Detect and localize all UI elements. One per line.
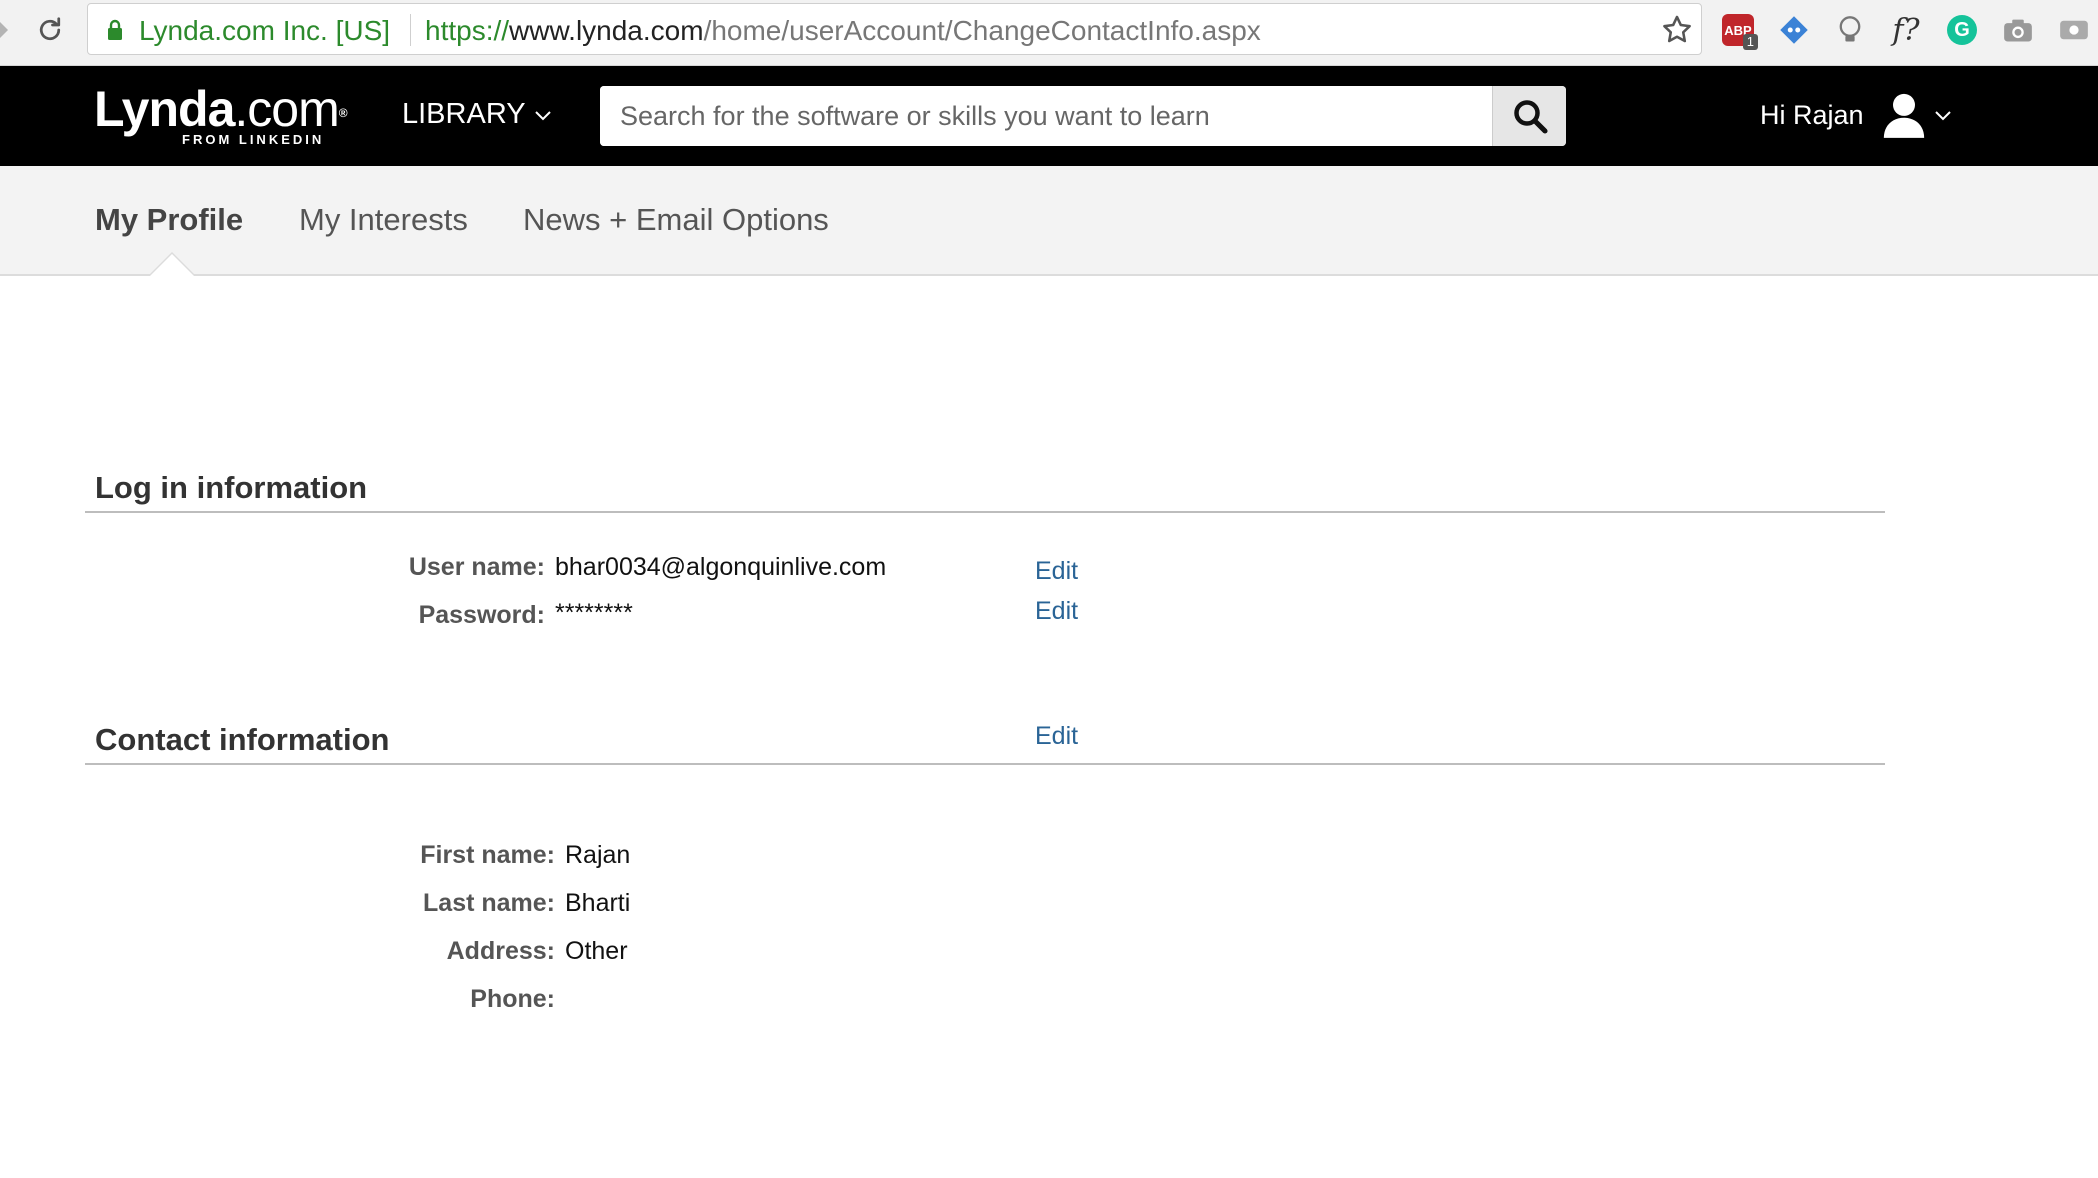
- web-developer-glyph: [1780, 16, 1808, 44]
- contact-section-divider: [85, 763, 1885, 765]
- active-tab-indicator-fill: [150, 254, 194, 276]
- lightbulb-glyph: [1839, 16, 1861, 42]
- address-value: Other: [565, 937, 628, 965]
- url-host: www.lynda.com: [509, 15, 704, 46]
- edit-password-link[interactable]: Edit: [1035, 597, 1078, 626]
- search-box: [600, 86, 1566, 146]
- reload-icon: [39, 17, 61, 41]
- login-section-divider: [85, 511, 1885, 513]
- library-menu[interactable]: LIBRARY: [402, 98, 552, 131]
- address-label: Address:: [446, 937, 555, 965]
- tab-my-profile[interactable]: My Profile: [95, 202, 243, 238]
- username-label: User name:: [408, 553, 545, 581]
- library-label: LIBRARY: [402, 98, 526, 130]
- screenshot-camera-icon[interactable]: [1998, 10, 2038, 50]
- url-protocol: https://: [425, 15, 510, 46]
- user-avatar-icon: [1883, 93, 1925, 138]
- username-value: bhar0034@algonquinlive.com: [555, 553, 887, 581]
- lock-icon: [108, 19, 122, 40]
- adblock-count-badge: 1: [1742, 34, 1758, 50]
- chevron-down-icon: [1935, 111, 1951, 121]
- back-arrow-icon[interactable]: [0, 22, 8, 38]
- last-name-label: Last name:: [423, 889, 555, 917]
- first-name-label: First name:: [420, 841, 555, 869]
- profile-tabs: My Profile My Interests News + Email Opt…: [0, 166, 2098, 276]
- logo-tagline: FROM LINKEDIN: [182, 132, 325, 147]
- url-path: /home/userAccount/ChangeContactInfo.aspx: [703, 15, 1261, 46]
- browser-toolbar: Lynda.com Inc. [US] https://www.lynda.co…: [0, 0, 2098, 66]
- contact-section-title: Contact information: [95, 722, 390, 757]
- phone-label: Phone:: [470, 985, 555, 1013]
- user-menu[interactable]: [1882, 92, 1952, 138]
- search-input[interactable]: [600, 86, 1492, 146]
- url-separator: [410, 14, 411, 46]
- address-bar[interactable]: Lynda.com Inc. [US] https://www.lynda.co…: [87, 3, 1702, 55]
- password-value: ********: [555, 599, 633, 627]
- user-greeting: Hi Rajan: [1760, 100, 1864, 130]
- last-name-value: Bharti: [565, 889, 631, 917]
- screencast-glyph: [2060, 20, 2088, 40]
- tab-news-email-options[interactable]: News + Email Options: [523, 202, 829, 238]
- logo-lynda: Lynda: [94, 81, 235, 137]
- grammarly-badge: G: [1947, 15, 1977, 45]
- adblock-plus-icon[interactable]: ABP 1: [1718, 10, 1758, 50]
- reload-button[interactable]: [30, 10, 70, 50]
- tab-my-interests[interactable]: My Interests: [299, 202, 468, 238]
- logo-dotcom: .com: [234, 81, 339, 137]
- web-developer-icon[interactable]: [1774, 10, 1814, 50]
- chevron-down-icon: [534, 110, 551, 120]
- password-label: Password:: [418, 601, 545, 629]
- login-section-title: Log in information: [95, 470, 368, 505]
- lightbulb-icon[interactable]: [1830, 10, 1870, 50]
- screencast-icon[interactable]: [2054, 10, 2094, 50]
- site-identity[interactable]: Lynda.com Inc. [US]: [139, 15, 390, 47]
- lynda-logo[interactable]: Lynda.com® FROM LINKEDIN: [94, 81, 348, 147]
- search-button[interactable]: [1492, 86, 1566, 146]
- grammarly-icon[interactable]: G: [1942, 10, 1982, 50]
- first-name-value: Rajan: [565, 841, 631, 869]
- url-text[interactable]: https://www.lynda.com/home/userAccount/C…: [425, 15, 1261, 47]
- search-icon: [1513, 100, 1548, 134]
- camera-glyph: [2004, 19, 2032, 42]
- edit-contact-link[interactable]: Edit: [1035, 722, 1078, 751]
- logo-registered-mark: ®: [338, 106, 348, 120]
- edit-username-link[interactable]: Edit: [1035, 557, 1078, 586]
- site-header: Lynda.com® FROM LINKEDIN LIBRARY Hi Raja…: [0, 66, 2098, 166]
- extension-icons: ABP 1 f? G: [1718, 8, 2094, 52]
- font-identifier-icon[interactable]: f?: [1886, 10, 1926, 50]
- logo-wordmark: Lynda.com®: [94, 81, 348, 137]
- bookmark-star-icon[interactable]: [1660, 13, 1694, 47]
